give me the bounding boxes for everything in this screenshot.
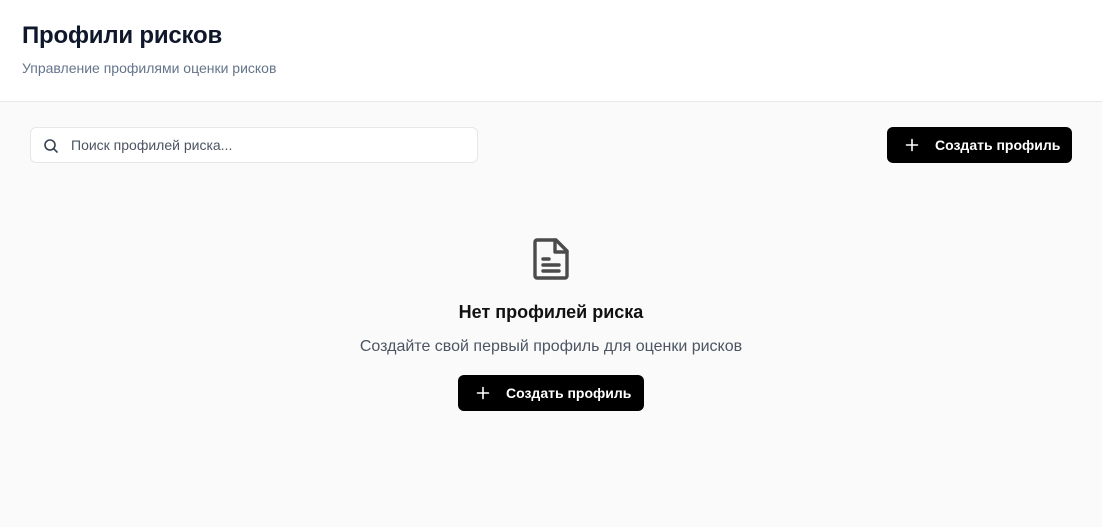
empty-state-title: Нет профилей риска <box>458 302 644 322</box>
plus-icon <box>905 138 919 152</box>
document-icon <box>531 236 571 282</box>
empty-state-create-profile-button-label: Создать профиль <box>506 385 632 401</box>
search-input[interactable] <box>71 128 467 162</box>
plus-icon <box>476 386 490 400</box>
empty-state-description: Создайте свой первый профиль для оценки … <box>359 338 743 355</box>
page-header: Профили рисков Управление профилями оцен… <box>0 0 1102 102</box>
empty-state-create-profile-button[interactable]: Создать профиль <box>458 375 644 411</box>
page-subtitle: Управление профилями оценки рисков <box>22 60 277 76</box>
search-box[interactable] <box>30 127 478 163</box>
page-title: Профили рисков <box>22 22 223 49</box>
create-profile-button[interactable]: Создать профиль <box>887 127 1072 163</box>
create-profile-button-label: Создать профиль <box>935 137 1061 153</box>
search-icon <box>43 138 59 154</box>
